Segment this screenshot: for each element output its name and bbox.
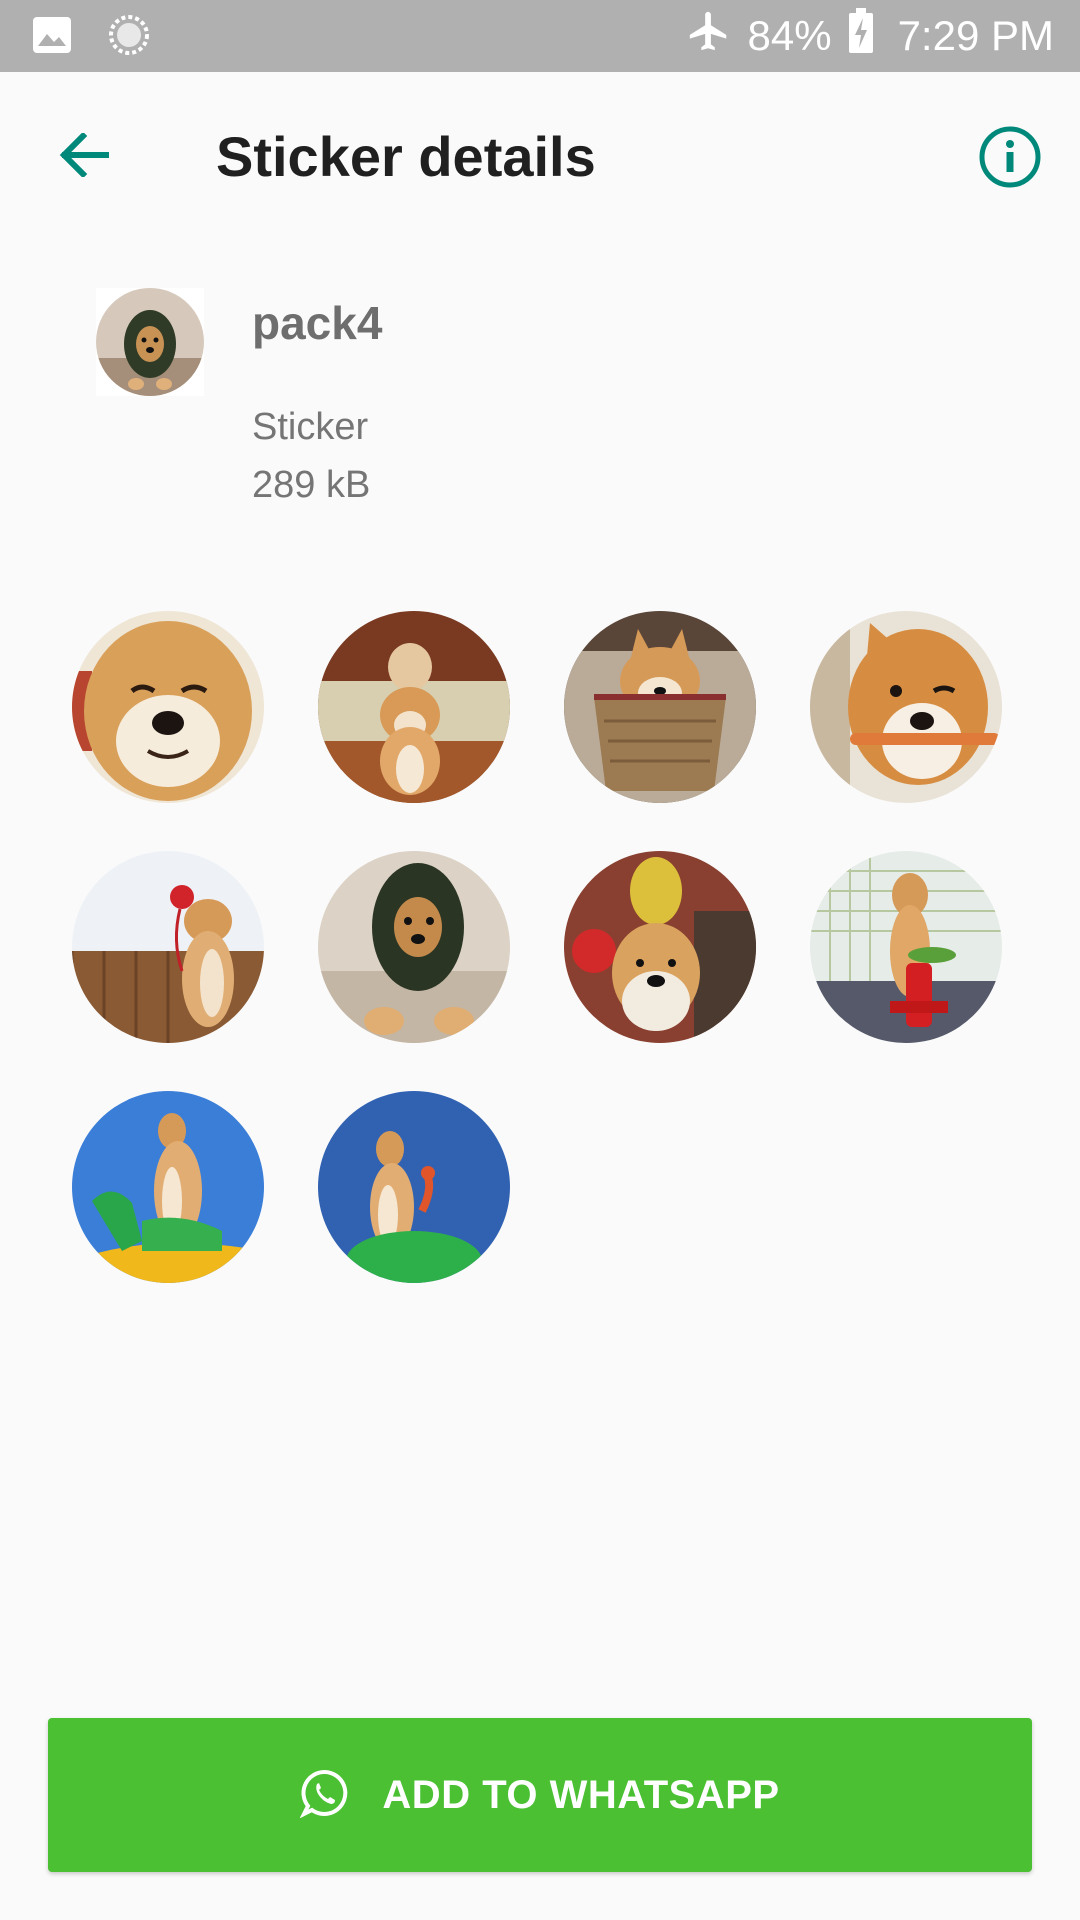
add-to-whatsapp-button[interactable]: ADD TO WHATSAPP	[48, 1718, 1032, 1872]
battery-percent: 84%	[747, 12, 832, 59]
toolbar: Sticker details	[0, 72, 1080, 242]
back-button[interactable]	[52, 125, 116, 189]
info-button[interactable]	[978, 125, 1042, 189]
sticker-6[interactable]	[318, 851, 510, 1043]
status-bar: 84% 7:29 PM	[0, 0, 1080, 72]
sticker-8[interactable]	[810, 851, 1002, 1043]
sticker-5[interactable]	[72, 851, 264, 1043]
clock: 7:29 PM	[897, 12, 1054, 59]
image-icon	[32, 16, 72, 59]
whatsapp-icon	[299, 1768, 350, 1823]
page-title: Sticker details	[216, 125, 596, 188]
sticker-1[interactable]	[72, 611, 264, 803]
pack-type: Sticker	[252, 406, 369, 448]
sticker-2[interactable]	[318, 611, 510, 803]
sticker-10[interactable]	[318, 1091, 510, 1283]
pack-size: 289 kB	[252, 464, 371, 506]
airplane-icon	[686, 8, 732, 64]
battery-charging-icon	[848, 8, 874, 64]
sync-icon	[108, 14, 150, 61]
sticker-4[interactable]	[810, 611, 1002, 803]
info-icon	[978, 126, 1042, 193]
pack-tray-icon	[96, 288, 204, 396]
arrow-back-icon	[59, 131, 110, 182]
sticker-9[interactable]	[72, 1091, 264, 1283]
sticker-3[interactable]	[564, 611, 756, 803]
sticker-7[interactable]	[564, 851, 756, 1043]
add-to-whatsapp-label: ADD TO WHATSAPP	[382, 1772, 780, 1817]
pack-name: pack4	[252, 297, 383, 349]
